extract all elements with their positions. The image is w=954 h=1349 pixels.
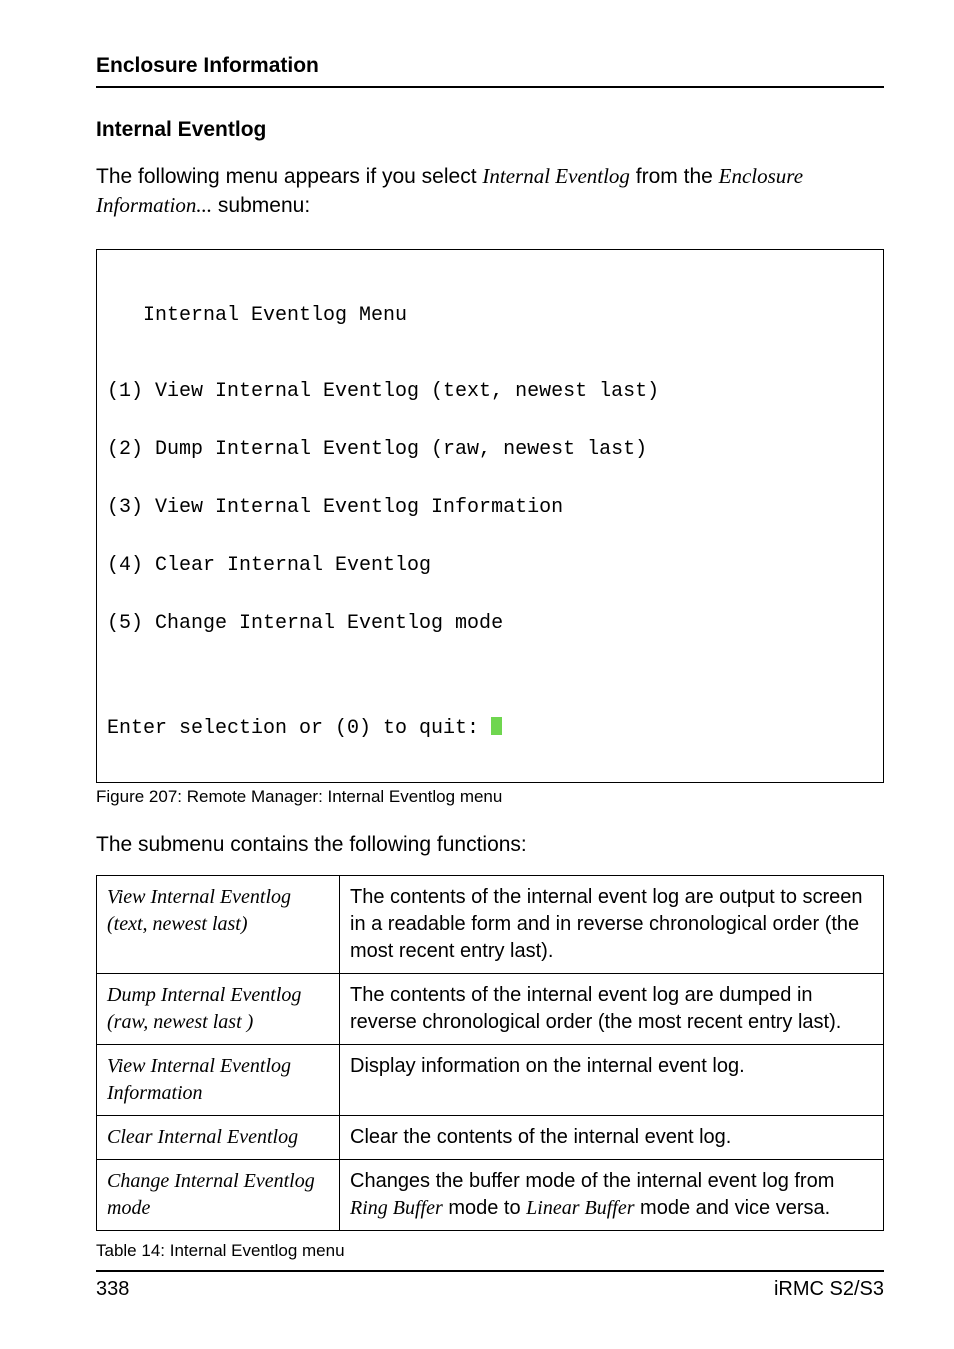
desc-mid: mode to bbox=[443, 1197, 526, 1219]
desc-italic-2: Linear Buffer bbox=[526, 1197, 634, 1219]
cursor-icon bbox=[491, 717, 502, 735]
terminal-title: Internal Eventlog Menu bbox=[143, 301, 873, 330]
intro-mid: from the bbox=[630, 165, 719, 188]
terminal-line: (3) View Internal Eventlog Information bbox=[107, 493, 873, 522]
desc-italic-1: Ring Buffer bbox=[350, 1197, 443, 1219]
submenu-intro: The submenu contains the following funct… bbox=[96, 833, 884, 857]
intro-italic-1: Internal Eventlog bbox=[482, 164, 630, 188]
page-number: 338 bbox=[96, 1278, 129, 1301]
terminal-line: (2) Dump Internal Eventlog (raw, newest … bbox=[107, 435, 873, 464]
row-label: View Internal Eventlog Information bbox=[97, 1044, 340, 1115]
functions-table: View Internal Eventlog (text, newest las… bbox=[96, 875, 884, 1231]
table-row: Dump Internal Eventlog (raw, newest last… bbox=[97, 973, 884, 1044]
section-heading: Internal Eventlog bbox=[96, 118, 884, 142]
table-caption: Table 14: Internal Eventlog menu bbox=[96, 1241, 884, 1261]
intro-paragraph: The following menu appears if you select… bbox=[96, 162, 884, 221]
row-label: View Internal Eventlog (text, newest las… bbox=[97, 875, 340, 973]
terminal-line: (4) Clear Internal Eventlog bbox=[107, 551, 873, 580]
terminal-line: (5) Change Internal Eventlog mode bbox=[107, 609, 873, 638]
desc-prefix: Changes the buffer mode of the internal … bbox=[350, 1170, 834, 1192]
terminal-box: Internal Eventlog Menu (1) View Internal… bbox=[96, 249, 884, 783]
page-footer: 338 iRMC S2/S3 bbox=[96, 1270, 884, 1301]
row-desc: Changes the buffer mode of the internal … bbox=[340, 1159, 884, 1230]
row-label: Change Internal Eventlog mode bbox=[97, 1159, 340, 1230]
header-rule bbox=[96, 86, 884, 88]
footer-rule bbox=[96, 1270, 884, 1272]
row-desc: Clear the contents of the internal event… bbox=[340, 1115, 884, 1159]
terminal-line: (1) View Internal Eventlog (text, newest… bbox=[107, 377, 873, 406]
row-desc: Display information on the internal even… bbox=[340, 1044, 884, 1115]
table-row: View Internal Eventlog (text, newest las… bbox=[97, 875, 884, 973]
row-label: Clear Internal Eventlog bbox=[97, 1115, 340, 1159]
page-header-title: Enclosure Information bbox=[96, 54, 884, 78]
intro-suffix: submenu: bbox=[212, 194, 310, 217]
table-row: Clear Internal Eventlog Clear the conten… bbox=[97, 1115, 884, 1159]
table-row: Change Internal Eventlog mode Changes th… bbox=[97, 1159, 884, 1230]
terminal-prompt: Enter selection or (0) to quit: bbox=[107, 717, 491, 740]
table-row: View Internal Eventlog Information Displ… bbox=[97, 1044, 884, 1115]
product-name: iRMC S2/S3 bbox=[774, 1278, 884, 1301]
desc-suffix: mode and vice versa. bbox=[635, 1197, 831, 1219]
row-label: Dump Internal Eventlog (raw, newest last… bbox=[97, 973, 340, 1044]
row-desc: The contents of the internal event log a… bbox=[340, 973, 884, 1044]
intro-prefix: The following menu appears if you select bbox=[96, 165, 482, 188]
row-desc: The contents of the internal event log a… bbox=[340, 875, 884, 973]
figure-caption: Figure 207: Remote Manager: Internal Eve… bbox=[96, 787, 884, 807]
